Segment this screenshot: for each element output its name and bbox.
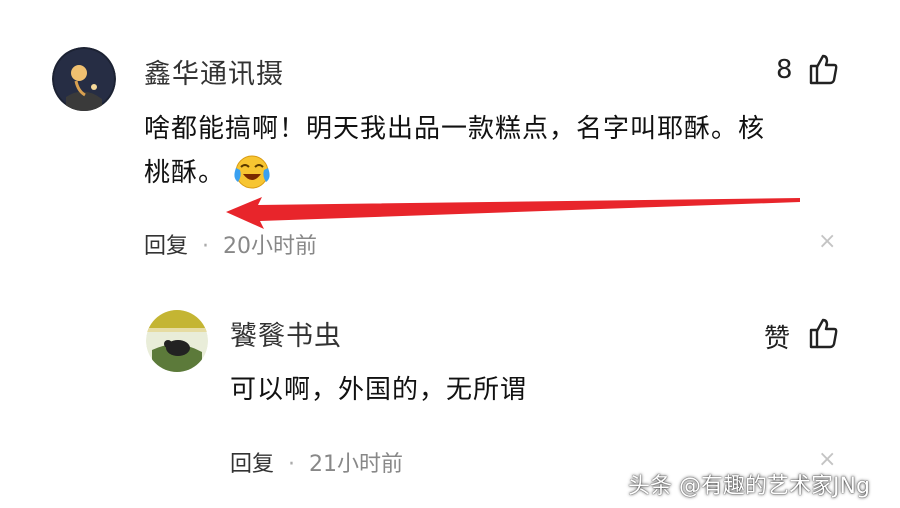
red-arrow-annotation bbox=[226, 197, 800, 229]
thumbs-up-icon[interactable] bbox=[806, 316, 840, 354]
reply-meta: 回复 · 21小时前 bbox=[230, 446, 403, 478]
crying-laughing-emoji-icon bbox=[232, 152, 272, 194]
meta-separator: · bbox=[202, 234, 210, 259]
comment-close-icon[interactable]: × bbox=[818, 229, 836, 254]
comment-like-count: 8 bbox=[776, 55, 793, 85]
meta-separator: · bbox=[288, 452, 296, 477]
comment-text-line1: 啥都能搞啊！明天我出品一款糕点，名字叫耶酥。核 bbox=[144, 114, 766, 144]
reply-author-avatar[interactable] bbox=[146, 310, 208, 372]
thumbs-up-icon[interactable] bbox=[806, 52, 840, 90]
comment-meta: 回复 · 20小时前 bbox=[144, 228, 317, 260]
reply-like-label: 赞 bbox=[764, 324, 791, 354]
watermark: 头条 @有趣的艺术家JNg bbox=[628, 474, 870, 499]
comment-reply-link[interactable]: 回复 bbox=[144, 234, 188, 259]
comment-text-line2: 桃酥。 bbox=[144, 158, 226, 188]
reply-text: 可以啊，外国的，无所谓 bbox=[230, 375, 528, 405]
reply-author-name[interactable]: 饕餮书虫 bbox=[230, 314, 342, 353]
comment-time: 20小时前 bbox=[223, 234, 318, 259]
reply-time: 21小时前 bbox=[309, 452, 404, 477]
comment-author-avatar[interactable] bbox=[52, 47, 116, 111]
comment-author-name[interactable]: 鑫华通讯摄 bbox=[144, 52, 284, 91]
reply-reply-link[interactable]: 回复 bbox=[230, 452, 274, 477]
